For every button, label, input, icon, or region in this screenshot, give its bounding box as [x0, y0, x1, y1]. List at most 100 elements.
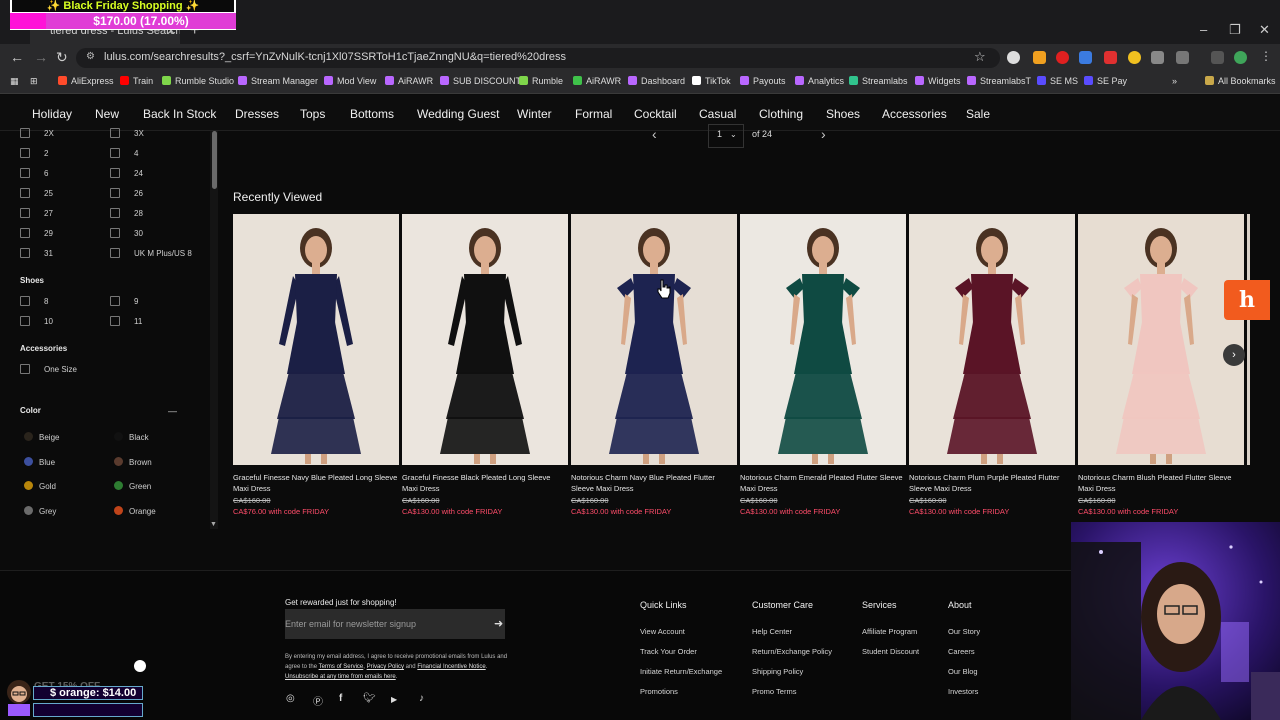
shoes-filter-heading[interactable]: Shoes: [20, 276, 44, 285]
terms-of-service-link[interactable]: Terms of Service: [319, 664, 364, 670]
youtube-icon[interactable]: ▶: [391, 695, 397, 704]
bookmark-item[interactable]: AliExpress: [58, 76, 114, 86]
checkbox[interactable]: [110, 228, 120, 238]
nav-item-bottoms[interactable]: Bottoms: [350, 107, 394, 121]
bookmark-item[interactable]: Rumble Studio: [162, 76, 234, 86]
nav-item-tops[interactable]: Tops: [300, 107, 325, 121]
checkbox[interactable]: [20, 168, 30, 178]
checkbox[interactable]: [110, 208, 120, 218]
back-icon[interactable]: ←: [10, 49, 24, 65]
footer-link[interactable]: Shipping Policy: [752, 667, 803, 676]
bookmark-item[interactable]: Dashboard: [628, 76, 685, 86]
profile-avatar[interactable]: [1234, 51, 1247, 64]
product-card[interactable]: Notorious Charm Blush Pleated Flutter Sl…: [1078, 214, 1244, 516]
color-option-label[interactable]: Brown: [129, 458, 152, 467]
next-card-peek[interactable]: [1247, 214, 1250, 465]
product-image[interactable]: [909, 214, 1075, 465]
nav-item-accessories[interactable]: Accessories: [882, 107, 947, 121]
color-swatch[interactable]: [114, 432, 123, 441]
nav-item-winter[interactable]: Winter: [517, 107, 552, 121]
product-name[interactable]: Notorious Charm Emerald Pleated Flutter …: [740, 472, 906, 494]
footer-link[interactable]: Return/Exchange Policy: [752, 647, 832, 656]
footer-link[interactable]: Student Discount: [862, 647, 919, 656]
footer-link[interactable]: View Account: [640, 627, 685, 636]
bookmark-item[interactable]: SE Pay: [1084, 76, 1127, 86]
product-image[interactable]: [571, 214, 737, 465]
footer-link[interactable]: Promo Terms: [752, 687, 796, 696]
footer-link[interactable]: Help Center: [752, 627, 792, 636]
nav-item-wedding-guest[interactable]: Wedding Guest: [417, 107, 500, 121]
footer-link[interactable]: Affiliate Program: [862, 627, 917, 636]
tab-grid-icon[interactable]: ⊞: [30, 76, 38, 87]
nav-item-casual[interactable]: Casual: [699, 107, 736, 121]
bookmark-item[interactable]: Streamlabs: [849, 76, 908, 86]
bookmark-item[interactable]: TikTok: [692, 76, 731, 86]
twitter-icon[interactable]: 🐦︎: [363, 693, 376, 704]
footer-link[interactable]: Our Story: [948, 627, 980, 636]
extensions-puzzle-icon[interactable]: [1176, 51, 1189, 64]
nav-item-shoes[interactable]: Shoes: [826, 107, 860, 121]
reload-icon[interactable]: ↻: [56, 49, 68, 66]
bookmark-item[interactable]: Payouts: [740, 76, 786, 86]
extension-icon[interactable]: [1007, 51, 1020, 64]
color-option-label[interactable]: Gold: [39, 482, 56, 491]
extension-icon[interactable]: [1104, 51, 1117, 64]
footer-link[interactable]: Careers: [948, 647, 975, 656]
product-card[interactable]: Notorious Charm Emerald Pleated Flutter …: [740, 214, 906, 516]
more-bookmarks-icon[interactable]: »: [1172, 76, 1177, 86]
checkbox[interactable]: [20, 364, 30, 374]
footer-link[interactable]: Initiate Return/Exchange: [640, 667, 722, 676]
nav-item-clothing[interactable]: Clothing: [759, 107, 803, 121]
bookmark-item[interactable]: Train: [120, 76, 153, 86]
color-swatch[interactable]: [24, 432, 33, 441]
checkbox[interactable]: [110, 188, 120, 198]
sidebar-scrollbar[interactable]: [210, 131, 218, 529]
carousel-next-button[interactable]: ›: [1223, 344, 1245, 366]
checkbox[interactable]: [20, 188, 30, 198]
product-card[interactable]: Graceful Finesse Black Pleated Long Slee…: [402, 214, 568, 516]
facebook-icon[interactable]: f: [339, 693, 342, 704]
extension-icon[interactable]: [1079, 51, 1092, 64]
collapse-toggle-icon[interactable]: —: [168, 406, 177, 416]
nav-item-back-in-stock[interactable]: Back In Stock: [143, 107, 216, 121]
close-window-icon[interactable]: ✕: [1259, 22, 1270, 38]
menu-lines-icon[interactable]: [1211, 51, 1224, 64]
bookmark-item[interactable]: StreamlabsT: [967, 76, 1031, 86]
footer-link[interactable]: Track Your Order: [640, 647, 697, 656]
product-image[interactable]: [402, 214, 568, 465]
checkbox[interactable]: [110, 168, 120, 178]
bookmark-item[interactable]: SE MS: [1037, 76, 1078, 86]
bookmark-item[interactable]: Analytics: [795, 76, 844, 86]
checkbox[interactable]: [20, 228, 30, 238]
page-select[interactable]: 1 ⌄: [708, 124, 744, 148]
color-option-label[interactable]: Blue: [39, 458, 55, 467]
product-image[interactable]: [233, 214, 399, 465]
nav-item-cocktail[interactable]: Cocktail: [634, 107, 677, 121]
sidebar-scroll-thumb[interactable]: [212, 131, 217, 189]
product-name[interactable]: Notorious Charm Navy Blue Pleated Flutte…: [571, 472, 737, 494]
checkbox[interactable]: [110, 148, 120, 158]
url-input[interactable]: ⚙ lulus.com/searchresults?_csrf=YnZvNulK…: [76, 48, 1000, 68]
checkbox[interactable]: [20, 316, 30, 326]
color-swatch[interactable]: [24, 506, 33, 515]
prev-page-icon[interactable]: ‹: [652, 126, 657, 142]
extension-icon[interactable]: [1128, 51, 1141, 64]
minimize-icon[interactable]: –: [1200, 22, 1207, 37]
product-card[interactable]: Notorious Charm Plum Purple Pleated Flut…: [909, 214, 1075, 516]
pinterest-icon[interactable]: Ⓟ: [313, 693, 323, 708]
color-swatch[interactable]: [24, 457, 33, 466]
checkbox[interactable]: [20, 296, 30, 306]
bookmark-item[interactable]: SUB DISCOUNT: [440, 76, 521, 86]
bookmark-item[interactable]: Rumble: [519, 76, 563, 86]
extension-icon[interactable]: [1033, 51, 1046, 64]
color-filter-heading[interactable]: Color: [20, 406, 41, 415]
newsletter-email-input[interactable]: Enter email for newsletter signup: [285, 609, 505, 639]
financial-incentive-link[interactable]: Financial Incentive Notice: [417, 664, 485, 670]
checkbox[interactable]: [110, 248, 120, 258]
footer-link[interactable]: Our Blog: [948, 667, 978, 676]
product-card[interactable]: Graceful Finesse Navy Blue Pleated Long …: [233, 214, 399, 516]
product-name[interactable]: Notorious Charm Plum Purple Pleated Flut…: [909, 472, 1075, 494]
nav-item-formal[interactable]: Formal: [575, 107, 612, 121]
honey-extension-button[interactable]: h: [1224, 280, 1270, 320]
bookmark-item[interactable]: AiRAWR: [573, 76, 621, 86]
